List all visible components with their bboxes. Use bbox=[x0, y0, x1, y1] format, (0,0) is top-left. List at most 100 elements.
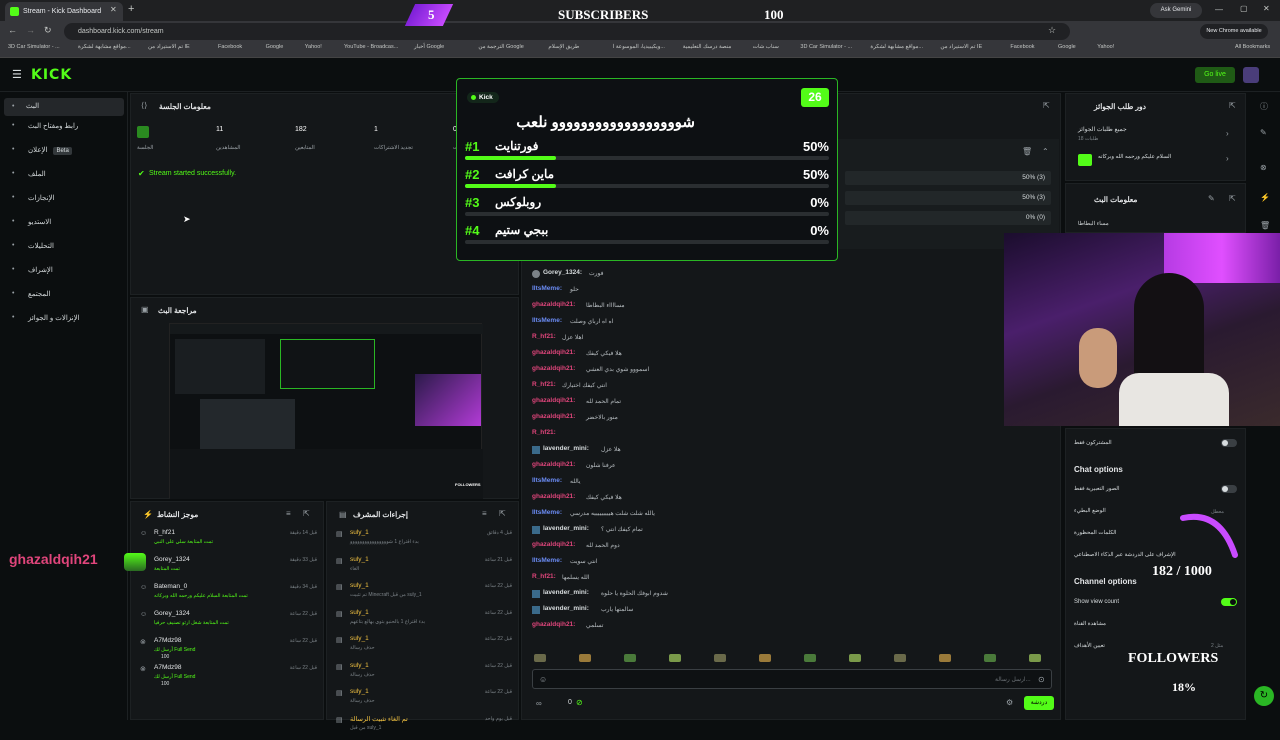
kick-logo[interactable]: KICK bbox=[31, 67, 72, 83]
minimize-icon[interactable]: — bbox=[1215, 5, 1223, 14]
emote-icon[interactable] bbox=[759, 654, 771, 662]
goals-link[interactable]: تعيين الأهداف bbox=[1074, 643, 1105, 649]
activity-name[interactable]: A7Mdz98 bbox=[154, 637, 181, 644]
reload-icon[interactable]: ↻ bbox=[44, 25, 52, 36]
mod-action-name[interactable]: suly_1 bbox=[350, 688, 369, 695]
chat-username[interactable]: IltsMeme: bbox=[532, 509, 562, 516]
mod-action-name[interactable]: suly_1 bbox=[350, 582, 369, 589]
popout-icon[interactable]: ⇱ bbox=[499, 509, 506, 518]
popout-icon[interactable]: ⇱ bbox=[1229, 194, 1236, 203]
chat-username[interactable]: Gorey_1324: bbox=[543, 269, 582, 276]
emote-icon[interactable] bbox=[849, 654, 861, 662]
bookmark-item[interactable]: Yahoo! bbox=[305, 44, 322, 50]
chat-username[interactable]: IltsMeme: bbox=[532, 317, 562, 324]
mod-action-name[interactable]: suly_1 bbox=[350, 662, 369, 669]
edit-icon[interactable]: ✎ bbox=[1260, 128, 1267, 137]
chat-username[interactable]: lavender_mini: bbox=[543, 589, 589, 596]
emote-icon[interactable] bbox=[804, 654, 816, 662]
slow-mode-label[interactable]: الوضع البطيء bbox=[1074, 508, 1106, 514]
mod-action-name[interactable]: suly_1 bbox=[350, 529, 369, 536]
emote-icon[interactable] bbox=[984, 654, 996, 662]
activity-name[interactable]: Gorey_1324 bbox=[154, 610, 190, 617]
ask-gemini-button[interactable]: Ask Gemini bbox=[1150, 3, 1202, 18]
bookmark-item[interactable]: الترجمة من Google bbox=[478, 44, 523, 50]
emotes-only-toggle[interactable] bbox=[1221, 485, 1237, 493]
emote-icon[interactable] bbox=[624, 654, 636, 662]
chat-username[interactable]: ghazaldqih21: bbox=[532, 301, 575, 308]
all-requests-link[interactable]: جميع طلبات الجوائز bbox=[1078, 126, 1127, 133]
close-window-icon[interactable]: ✕ bbox=[1263, 4, 1270, 13]
trash-icon[interactable]: 🗑 bbox=[1260, 221, 1270, 230]
activity-name[interactable]: R_hf21 bbox=[154, 529, 175, 536]
maximize-icon[interactable]: ▢ bbox=[1240, 4, 1248, 13]
emoji-icon[interactable]: ☺ bbox=[539, 675, 547, 684]
browser-tab[interactable]: Stream - Kick Dashboard bbox=[5, 2, 123, 21]
bookmark-item[interactable]: أخبار Google bbox=[414, 44, 444, 50]
bookmark-item[interactable]: مواقع مشابهة لشكرة... bbox=[870, 44, 923, 50]
mod-action-name[interactable]: تم الغاء تثبيت الرسالة bbox=[350, 715, 408, 723]
bookmark-item[interactable]: Facebook bbox=[218, 44, 242, 50]
bookmark-item[interactable]: طريق الإسلام bbox=[548, 44, 579, 50]
bookmark-item[interactable]: منصة درسك التعليمية bbox=[683, 44, 732, 50]
emote-icon[interactable] bbox=[579, 654, 591, 662]
bookmark-item[interactable]: 3D Car Simulator - ... bbox=[800, 44, 852, 50]
activity-name[interactable]: A7Mdz98 bbox=[154, 664, 181, 671]
sidebar-item[interactable]: • الإعلان Beta bbox=[12, 146, 72, 155]
chat-username[interactable]: ghazaldqih21: bbox=[532, 621, 575, 628]
ban-icon[interactable]: ⊗ bbox=[1260, 163, 1267, 172]
sidebar-item[interactable]: • التحليلات bbox=[12, 242, 54, 250]
settings-link-icon[interactable]: ∞ bbox=[536, 699, 542, 708]
collapse-icon[interactable]: ⌃ bbox=[1042, 147, 1049, 156]
chat-username[interactable]: IltsMeme: bbox=[532, 285, 562, 292]
bookmark-item[interactable]: مواقع مشابهة لشكرة... bbox=[78, 44, 131, 50]
chat-input[interactable]: ☺ ارسل رسالة... ⊙ bbox=[532, 669, 1052, 689]
chevron-right-icon[interactable]: › bbox=[1226, 129, 1229, 138]
activity-name[interactable]: Bateman_0 bbox=[154, 583, 187, 590]
filter-icon[interactable]: ≡ bbox=[482, 509, 487, 518]
bookmark-item[interactable]: سناب شات bbox=[753, 44, 779, 50]
close-tab-icon[interactable]: ✕ bbox=[110, 5, 117, 14]
banned-words-link[interactable]: الكلمات المحظورة bbox=[1074, 530, 1116, 536]
emote-icon[interactable] bbox=[1029, 654, 1041, 662]
new-tab-icon[interactable]: + bbox=[128, 3, 134, 15]
bookmark-item[interactable]: Google bbox=[1058, 44, 1076, 50]
mod-action-name[interactable]: suly_1 bbox=[350, 609, 369, 616]
go-live-button[interactable]: Go live bbox=[1195, 67, 1235, 83]
chat-send-button[interactable]: دردشة bbox=[1024, 696, 1054, 710]
bookmark-item[interactable]: تم الاستيراد من IE bbox=[148, 44, 190, 50]
bookmark-item[interactable]: YouTube - Broadcas... bbox=[344, 44, 398, 50]
reward-item[interactable]: السلام عليكم ورحمه الله وبركاته bbox=[1098, 154, 1171, 160]
chevron-right-icon[interactable]: › bbox=[1226, 154, 1229, 163]
chat-username[interactable]: R_hf21: bbox=[532, 381, 556, 388]
filter-icon[interactable]: ≡ bbox=[286, 509, 291, 518]
info-icon[interactable]: ⓘ bbox=[1260, 101, 1268, 112]
chat-username[interactable]: lavender_mini: bbox=[543, 605, 589, 612]
chat-username[interactable]: R_hf21: bbox=[532, 429, 556, 436]
bookmark-item[interactable]: Google bbox=[266, 44, 284, 50]
sidebar-item[interactable]: • الإشراف bbox=[12, 266, 53, 274]
bookmark-star-icon[interactable]: ☆ bbox=[1048, 25, 1056, 36]
url-input[interactable]: dashboard.kick.com/stream bbox=[64, 23, 1070, 40]
sidebar-item[interactable]: • رابط ومفتاح البث bbox=[12, 122, 78, 130]
chat-username[interactable]: ghazaldqih21: bbox=[532, 397, 575, 404]
emote-icon[interactable] bbox=[669, 654, 681, 662]
new-chrome-button[interactable]: New Chrome available bbox=[1200, 24, 1268, 39]
bookmark-item[interactable]: Facebook bbox=[1010, 44, 1034, 50]
channel-feedback-link[interactable]: مشاهدة القناة bbox=[1074, 621, 1106, 627]
sidebar-item[interactable]: • المجتمع bbox=[12, 290, 51, 298]
popout-chat-icon[interactable]: ⇱ bbox=[1043, 101, 1050, 110]
send-icon[interactable]: ⊙ bbox=[1038, 675, 1045, 684]
back-icon[interactable]: ← bbox=[8, 25, 17, 35]
delete-poll-icon[interactable]: 🗑 bbox=[1022, 147, 1032, 156]
menu-icon[interactable]: ☰ bbox=[12, 68, 22, 81]
popout-icon[interactable]: ⇱ bbox=[1229, 101, 1236, 110]
chat-username[interactable]: R_hf21: bbox=[532, 333, 556, 340]
sidebar-item[interactable]: • الإنزالات و الجوائز bbox=[12, 314, 80, 322]
chat-username[interactable]: ghazaldqih21: bbox=[532, 413, 575, 420]
edit-icon[interactable]: ✎ bbox=[1208, 194, 1215, 203]
chat-username[interactable]: R_hf21: bbox=[532, 573, 556, 580]
mod-action-name[interactable]: suly_1 bbox=[350, 635, 369, 642]
avatar[interactable] bbox=[1243, 67, 1259, 83]
chat-username[interactable]: lavender_mini: bbox=[543, 445, 589, 452]
sidebar-item[interactable]: • الملف bbox=[12, 170, 46, 178]
